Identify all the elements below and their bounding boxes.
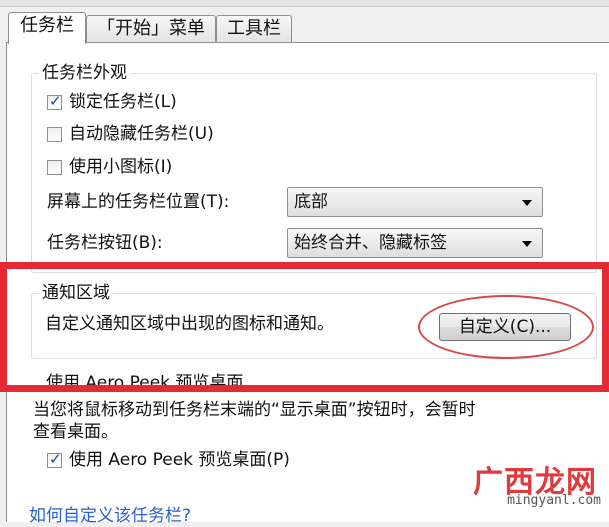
taskbar-buttons-value: 始终合并、隐藏标签: [294, 233, 447, 253]
tab-start-menu[interactable]: 「开始」菜单: [86, 15, 216, 42]
window-top-edge: [0, 0, 609, 7]
autohide-label: 自动隐藏任务栏(U): [69, 124, 214, 144]
aero-peek-label: 使用 Aero Peek 预览桌面(P): [69, 450, 290, 470]
lock-taskbar-checkbox[interactable]: ✓: [47, 92, 62, 110]
check-mark-icon: ✓: [49, 92, 62, 110]
lock-taskbar-label: 锁定任务栏(L): [69, 92, 177, 112]
tab-strip: 任务栏 「开始」菜单 工具栏: [8, 12, 608, 44]
watermark: 广西龙网 mingyanl.com: [463, 457, 603, 513]
peek-description-line2: 查看桌面。: [33, 422, 118, 442]
tab-taskbar[interactable]: 任务栏: [8, 12, 86, 44]
taskbar-position-label: 屏幕上的任务栏位置(T):: [47, 192, 230, 212]
taskbar-buttons-label: 任务栏按钮(B):: [47, 233, 163, 253]
small-icons-checkbox[interactable]: [47, 160, 62, 175]
tab-label: 工具栏: [227, 18, 281, 39]
peek-description-line1: 当您将鼠标移动到任务栏末端的“显示桌面”按钮时，会暂时: [33, 400, 476, 420]
taskbar-position-select[interactable]: 底部: [287, 187, 543, 217]
taskbar-position-value: 底部: [294, 192, 328, 212]
check-mark-icon: ✓: [49, 450, 62, 468]
chevron-down-icon: [522, 241, 532, 247]
tab-toolbars[interactable]: 工具栏: [216, 15, 292, 42]
aero-peek-checkbox[interactable]: ✓: [47, 450, 62, 468]
tab-label: 任务栏: [20, 15, 74, 36]
autohide-checkbox[interactable]: [47, 127, 62, 142]
taskbar-buttons-select[interactable]: 始终合并、隐藏标签: [287, 228, 543, 258]
tab-label: 「开始」菜单: [97, 18, 205, 39]
customize-taskbar-link[interactable]: 如何自定义该任务栏?: [29, 505, 191, 527]
chevron-down-icon: [522, 200, 532, 206]
appearance-group-title: 任务栏外观: [39, 63, 130, 83]
small-icons-label: 使用小图标(I): [69, 157, 173, 177]
highlight-ellipse: [418, 295, 594, 359]
watermark-en: mingyanl.com: [507, 493, 601, 508]
